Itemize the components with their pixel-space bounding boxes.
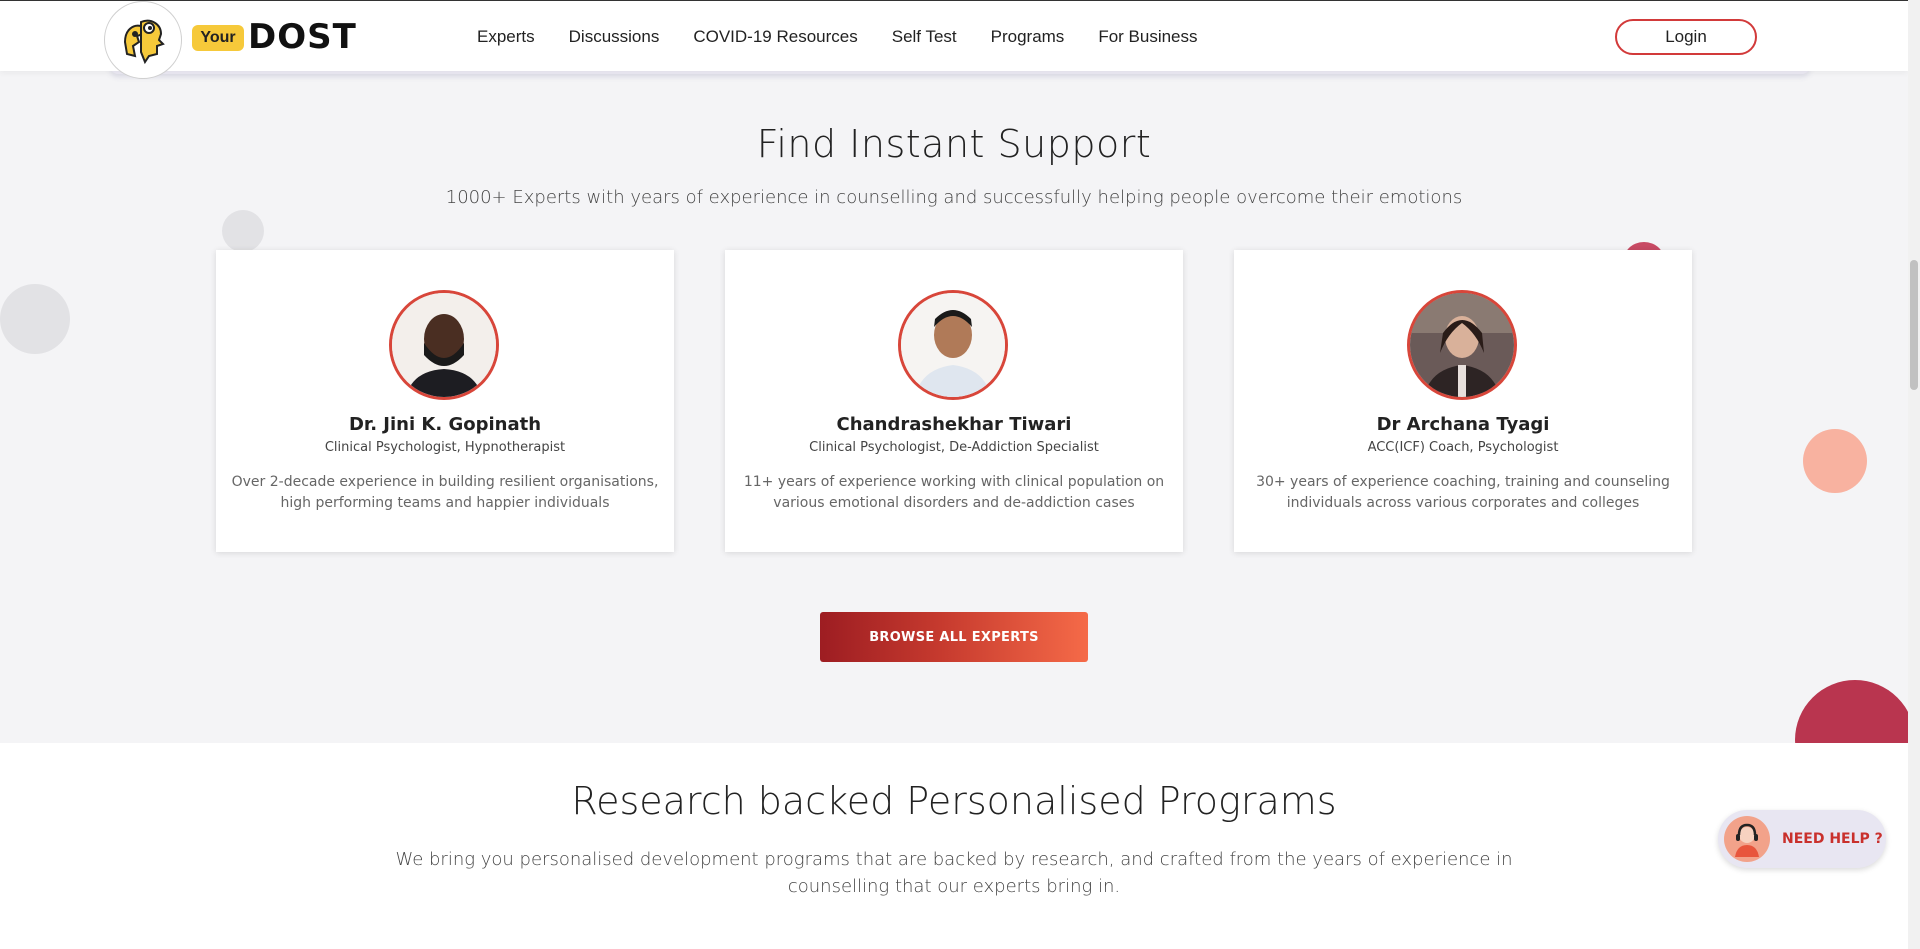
mascot-icon bbox=[123, 19, 165, 65]
page-scrollbar[interactable] bbox=[1908, 0, 1920, 949]
nav-item-for-business[interactable]: For Business bbox=[1098, 27, 1197, 47]
support-section-title: Find Instant Support bbox=[756, 122, 1152, 166]
nav-item-discussions[interactable]: Discussions bbox=[569, 27, 660, 47]
nav-item-experts[interactable]: Experts bbox=[477, 27, 535, 47]
need-help-label: NEED HELP ? bbox=[1782, 831, 1883, 847]
expert-avatar bbox=[389, 290, 499, 400]
expert-role: ACC(ICF) Coach, Psychologist bbox=[1367, 440, 1559, 455]
logo-dost-text: DOST bbox=[248, 17, 357, 57]
nav-item-programs[interactable]: Programs bbox=[991, 27, 1065, 47]
programs-section-title: Research backed Personalised Programs bbox=[571, 779, 1337, 823]
page: Your DOST Experts Discussions COVID-19 R… bbox=[0, 0, 1908, 949]
expert-description: Over 2-decade experience in building res… bbox=[231, 474, 659, 511]
programs-section: Research backed Personalised Programs We… bbox=[0, 743, 1908, 949]
expert-name: Chandrashekhar Tiwari bbox=[836, 414, 1072, 435]
expert-card[interactable]: Chandrashekhar Tiwari Clinical Psycholog… bbox=[725, 250, 1183, 552]
expert-avatar bbox=[898, 290, 1008, 400]
expert-card[interactable]: Dr Archana Tyagi ACC(ICF) Coach, Psychol… bbox=[1234, 250, 1692, 552]
logo-mascot-icon[interactable] bbox=[104, 1, 182, 79]
browse-all-experts-button[interactable]: BROWSE ALL EXPERTS bbox=[820, 612, 1088, 662]
support-agent-icon bbox=[1724, 816, 1770, 862]
programs-section-description: We bring you personalised development pr… bbox=[395, 849, 1513, 897]
nav-item-self-test[interactable]: Self Test bbox=[892, 27, 957, 47]
expert-role: Clinical Psychologist, Hypnotherapist bbox=[324, 440, 566, 455]
nav-item-covid-resources[interactable]: COVID-19 Resources bbox=[693, 27, 857, 47]
expert-role: Clinical Psychologist, De-Addiction Spec… bbox=[809, 440, 1099, 455]
support-section-subtitle: 1000+ Experts with years of experience i… bbox=[445, 187, 1463, 208]
expert-avatar bbox=[1407, 290, 1517, 400]
scrollbar-thumb[interactable] bbox=[1910, 260, 1918, 390]
decorative-circle bbox=[222, 210, 264, 252]
expert-description: 30+ years of experience coaching, traini… bbox=[1256, 474, 1670, 511]
expert-name: Dr. Jini K. Gopinath bbox=[348, 414, 542, 435]
decorative-circle bbox=[0, 284, 70, 354]
expert-card[interactable]: Dr. Jini K. Gopinath Clinical Psychologi… bbox=[216, 250, 674, 552]
need-help-button[interactable]: NEED HELP ? bbox=[1718, 810, 1886, 868]
site-header: Your DOST Experts Discussions COVID-19 R… bbox=[0, 0, 1908, 79]
logo-your-badge: Your bbox=[192, 25, 244, 51]
expert-description: 11+ years of experience working with cli… bbox=[743, 474, 1165, 511]
expert-name: Dr Archana Tyagi bbox=[1376, 414, 1550, 435]
decorative-circle bbox=[1803, 429, 1867, 493]
login-button[interactable]: Login bbox=[1615, 19, 1757, 55]
main-nav: Experts Discussions COVID-19 Resources S… bbox=[477, 27, 1232, 47]
